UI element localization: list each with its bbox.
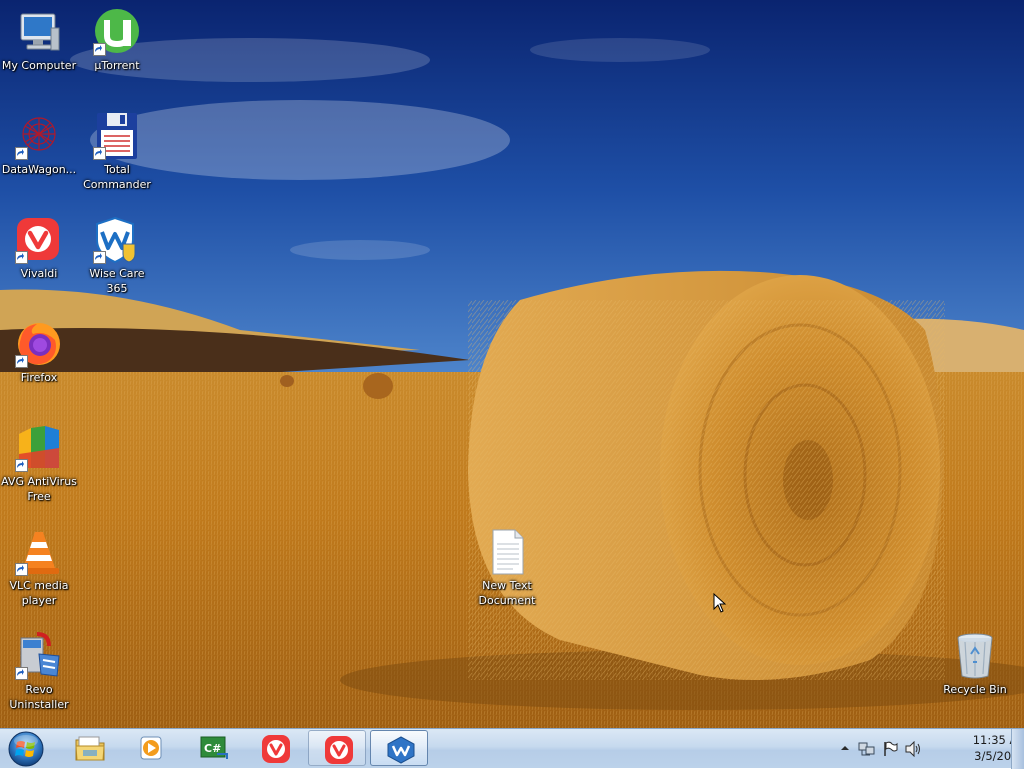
desktop-icon-label: My Computer xyxy=(1,59,77,72)
desktop-icon-firefox[interactable]: Firefox xyxy=(1,320,77,385)
shortcut-arrow-icon xyxy=(15,563,28,576)
computer-icon xyxy=(20,13,60,51)
desktop[interactable]: My Computer µTorrent DataWagon... Total … xyxy=(0,0,1024,728)
show-desktop-button[interactable] xyxy=(1011,729,1024,769)
desktop-icon-vlc-media-player[interactable]: VLC media player xyxy=(1,528,77,608)
shortcut-arrow-icon xyxy=(93,147,106,160)
notification-area: 11:35 AM 3/5/2023 xyxy=(834,729,1024,769)
show-hidden-icons-chevron-icon[interactable] xyxy=(840,743,850,753)
desktop-icon-datawagon[interactable]: DataWagon... xyxy=(1,112,77,177)
volume-speaker-icon[interactable] xyxy=(904,741,922,757)
desktop-icon-total-commander[interactable]: Total Commander xyxy=(79,112,155,192)
desktop-icon-recycle-bin[interactable]: Recycle Bin xyxy=(937,632,1013,697)
shortcut-arrow-icon xyxy=(15,251,28,264)
desktop-icon-label: AVG AntiVirus Free xyxy=(1,475,77,503)
taskbar-file-explorer-button[interactable] xyxy=(60,730,118,766)
vivaldi-icon xyxy=(262,735,290,763)
media-player-icon xyxy=(140,736,162,760)
desktop-icon-label: Wise Care 365 xyxy=(89,267,145,295)
desktop-icon-label: New Text Document xyxy=(478,579,536,607)
taskbar-media-player-button[interactable] xyxy=(122,730,180,766)
taskbar-vivaldi-button[interactable] xyxy=(246,730,304,766)
desktop-icon-my-computer[interactable]: My Computer xyxy=(1,8,77,73)
mouse-pointer-icon xyxy=(713,593,727,613)
hay-bale-wallpaper xyxy=(0,0,1024,728)
shortcut-arrow-icon xyxy=(15,459,28,472)
windows-logo-icon xyxy=(8,731,44,767)
desktop-icon-revo-uninstaller[interactable]: Revo Uninstaller xyxy=(1,632,77,712)
file-explorer-icon xyxy=(75,736,105,761)
desktop-icon-label: Firefox xyxy=(20,371,58,384)
text-document-icon xyxy=(492,529,524,575)
desktop-icon-utorrent[interactable]: µTorrent xyxy=(79,8,155,73)
network-icon[interactable] xyxy=(858,741,876,757)
desktop-icon-label: DataWagon... xyxy=(1,163,77,176)
taskbar-vivaldi-running-button[interactable] xyxy=(308,730,366,766)
start-button[interactable] xyxy=(4,730,48,768)
desktop-icon-label: Revo Uninstaller xyxy=(9,683,69,711)
shortcut-arrow-icon xyxy=(15,667,28,680)
desktop-icon-label: Vivaldi xyxy=(20,267,58,280)
desktop-icon-new-text-document[interactable]: New Text Document xyxy=(469,528,545,608)
taskbar: C# 11:35 AM 3/5/2023 xyxy=(0,728,1024,769)
desktop-icon-label: µTorrent xyxy=(94,59,140,72)
vivaldi-icon xyxy=(325,736,353,764)
shortcut-arrow-icon xyxy=(93,251,106,264)
desktop-icon-avg-antivirus[interactable]: AVG AntiVirus Free xyxy=(1,424,77,504)
desktop-icon-vivaldi[interactable]: Vivaldi xyxy=(1,216,77,281)
taskbar-csharp-button[interactable]: C# xyxy=(184,730,242,766)
desktop-icon-label: Total Commander xyxy=(83,163,151,191)
desktop-icon-wise-care-365[interactable]: Wise Care 365 xyxy=(79,216,155,296)
shortcut-arrow-icon xyxy=(15,355,28,368)
desktop-icon-label: VLC media player xyxy=(9,579,69,607)
wise-care-icon xyxy=(387,736,415,764)
recycle-bin-icon xyxy=(957,633,993,679)
shortcut-arrow-icon xyxy=(15,147,28,160)
action-center-flag-icon[interactable] xyxy=(882,741,898,757)
shortcut-arrow-icon xyxy=(93,43,106,56)
csharp-icon: C# xyxy=(200,736,228,759)
desktop-icon-label: Recycle Bin xyxy=(943,683,1007,696)
taskbar-wise-care-button[interactable] xyxy=(370,730,428,766)
